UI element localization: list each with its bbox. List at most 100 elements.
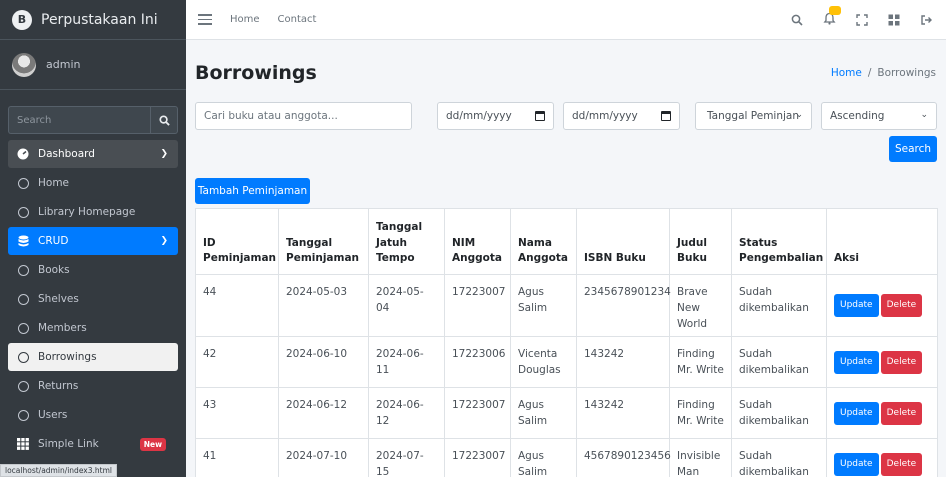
table-header-row: ID Peminjaman Tanggal Peminjaman Tanggal…: [195, 208, 938, 275]
sidebar-item-simple-link[interactable]: Simple Link New: [8, 430, 178, 458]
table-cell: Agus Salim: [510, 387, 577, 440]
logout-icon[interactable]: [920, 14, 932, 26]
table-cell: 2345678901234: [576, 273, 671, 338]
sidebar-item-home[interactable]: Home: [8, 169, 178, 197]
filter-form: Cari buku atau anggota... dd/mm/yyyy dd/…: [195, 102, 937, 130]
date-to-input[interactable]: dd/mm/yyyy: [563, 102, 680, 130]
breadcrumb: Home / Borrowings: [831, 67, 936, 79]
new-badge: New: [139, 437, 166, 451]
sidebar-search: Search: [8, 106, 178, 134]
sort-by-value: Tanggal Peminjan: [707, 110, 800, 122]
avatar: [12, 52, 36, 77]
column-header[interactable]: Nama Anggota: [510, 208, 577, 275]
sidebar-item-label: Simple Link: [38, 438, 99, 450]
nav-link-home[interactable]: Home: [230, 14, 260, 25]
column-header[interactable]: Tanggal Jatuh Tempo: [368, 208, 445, 275]
table-cell: Sudah dikembalikan: [731, 273, 827, 338]
order-value: Ascending: [830, 110, 885, 122]
sidebar-item-users[interactable]: Users: [8, 401, 178, 429]
breadcrumb-home-link[interactable]: Home: [831, 67, 862, 79]
sidebar-item-members[interactable]: Members: [8, 314, 178, 342]
table-cell: 17223006: [444, 336, 511, 389]
sidebar-item-crud[interactable]: CRUD ❯: [8, 227, 178, 255]
notification-badge: [829, 5, 841, 15]
search-button[interactable]: Search: [889, 136, 937, 162]
sidebar-item-label: Users: [38, 409, 68, 421]
table-cell: Sudah dikembalikan: [731, 438, 827, 477]
nav-link-contact[interactable]: Contact: [278, 14, 317, 25]
column-header[interactable]: ID Peminjaman: [195, 208, 279, 275]
actions-cell: Update Delete: [826, 387, 938, 440]
hamburger-menu-icon[interactable]: [198, 14, 212, 25]
borrowings-table: ID Peminjaman Tanggal Peminjaman Tanggal…: [195, 208, 938, 477]
user-name[interactable]: admin: [46, 58, 80, 71]
sidebar-item-books[interactable]: Books: [8, 256, 178, 284]
table-cell: 143242: [576, 336, 670, 389]
sidebar-item-borrowings[interactable]: Borrowings: [8, 343, 178, 371]
circle-icon: [16, 292, 30, 306]
table-cell: 2024-07-15: [368, 438, 445, 477]
table-cell: 42: [195, 336, 279, 389]
table-cell: 43: [195, 387, 279, 440]
column-header[interactable]: Status Pengembalian: [731, 208, 827, 275]
table-row: 44 2024-05-03 2024-05-04 17223007 Agus S…: [195, 273, 938, 338]
sidebar-item-shelves[interactable]: Shelves: [8, 285, 178, 313]
table-cell: Sudah dikembalikan: [731, 387, 827, 440]
sidebar-item-label: Shelves: [38, 293, 79, 305]
sidebar-item-label: Borrowings: [38, 351, 97, 363]
calendar-icon[interactable]: [661, 111, 671, 121]
delete-button[interactable]: Delete: [880, 401, 923, 425]
sidebar-item-returns[interactable]: Returns: [8, 372, 178, 400]
circle-icon: [16, 350, 30, 364]
search-icon[interactable]: [791, 14, 803, 26]
update-button[interactable]: Update: [834, 401, 879, 425]
column-header[interactable]: Tanggal Peminjaman: [278, 208, 369, 275]
sidebar-item-label: Library Homepage: [38, 206, 136, 218]
table-cell: 17223007: [444, 387, 511, 440]
update-button[interactable]: Update: [834, 452, 879, 476]
order-select[interactable]: Ascending ⌄: [821, 102, 937, 130]
table-cell: 2024-06-11: [368, 336, 445, 389]
database-icon: [16, 234, 30, 248]
table-cell: Finding Mr. Write: [669, 387, 732, 440]
delete-button[interactable]: Delete: [880, 350, 923, 374]
calendar-icon[interactable]: [535, 111, 545, 121]
grid-icon[interactable]: [888, 14, 900, 26]
table-cell: 2024-07-10: [278, 438, 369, 477]
delete-button[interactable]: Delete: [880, 452, 923, 476]
brand-logo-icon: B: [12, 9, 32, 30]
search-input[interactable]: Cari buku atau anggota...: [195, 102, 412, 130]
sidebar-item-dashboard[interactable]: Dashboard ❯: [8, 140, 178, 168]
fullscreen-icon[interactable]: [856, 13, 868, 26]
table-cell: 2024-06-12: [278, 387, 369, 440]
table-cell: Brave New World: [669, 273, 732, 338]
search-icon: [158, 114, 170, 126]
date-from-input[interactable]: dd/mm/yyyy: [437, 102, 554, 130]
sidebar-search-button[interactable]: [150, 106, 178, 134]
column-header[interactable]: ISBN Buku: [576, 208, 670, 275]
update-button[interactable]: Update: [834, 350, 879, 374]
sidebar-nav: Dashboard ❯ Home Library Homepage CRUD ❯…: [0, 140, 186, 458]
add-borrowing-button[interactable]: Tambah Peminjaman: [195, 178, 310, 204]
sidebar-item-label: Returns: [38, 380, 79, 392]
sidebar-item-library-homepage[interactable]: Library Homepage: [8, 198, 178, 226]
column-header[interactable]: NIM Anggota: [444, 208, 511, 275]
table-cell: Vicenta Douglas: [510, 336, 577, 389]
table-cell: Sudah dikembalikan: [731, 336, 827, 389]
table-row: 42 2024-06-10 2024-06-11 17223006 Vicent…: [195, 336, 938, 389]
column-header[interactable]: Judul Buku: [669, 208, 732, 275]
sidebar-item-label: Home: [38, 177, 70, 189]
date-to-value: dd/mm/yyyy: [572, 110, 638, 122]
main-content: Borrowings Home / Borrowings Cari buku ata…: [186, 40, 946, 477]
table-cell: Invisible Man: [669, 438, 732, 477]
table-cell: 44: [195, 273, 279, 338]
delete-button[interactable]: Delete: [880, 293, 923, 318]
date-from-value: dd/mm/yyyy: [446, 110, 512, 122]
brand-link[interactable]: B Perpustakaan Ini: [0, 0, 186, 40]
notifications-button[interactable]: [823, 5, 841, 28]
update-button[interactable]: Update: [834, 293, 879, 318]
sidebar-search-input[interactable]: Search: [8, 106, 150, 134]
user-panel[interactable]: admin: [0, 40, 186, 90]
navbar-actions: [791, 5, 932, 28]
sort-by-select[interactable]: Tanggal Peminjan ⌄: [695, 102, 812, 130]
